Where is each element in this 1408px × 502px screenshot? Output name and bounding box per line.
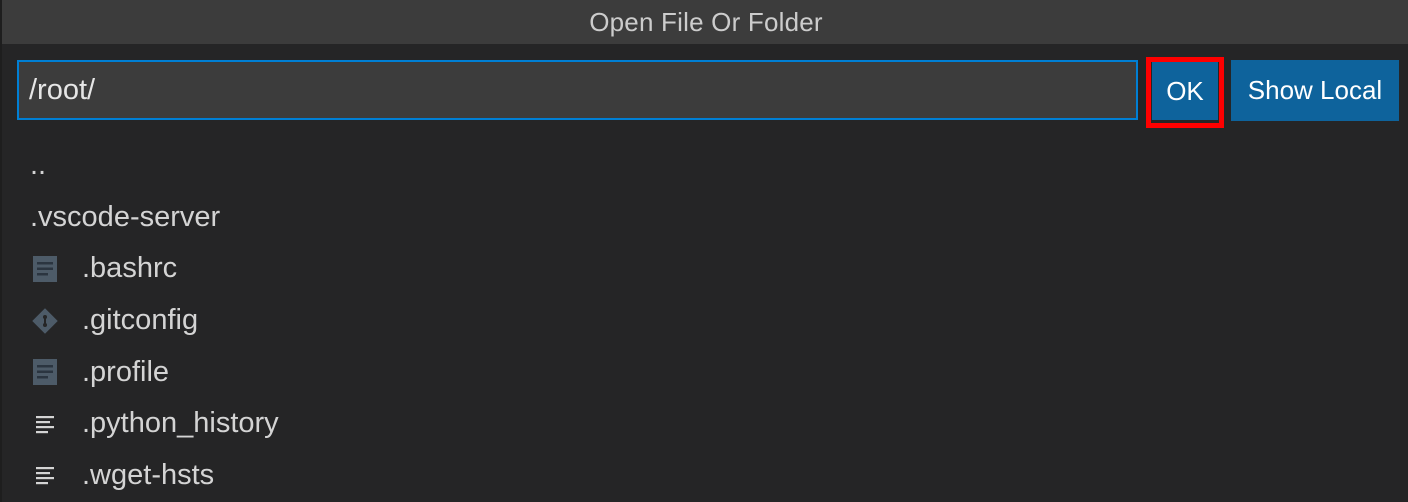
text-lines-icon [30,409,60,439]
list-item-folder[interactable]: .vscode-server [2,192,1408,244]
list-item-parent[interactable]: .. [2,140,1408,192]
path-input[interactable] [29,73,1136,107]
list-item-file[interactable]: .python_history [2,398,1408,450]
dialog-title: Open File Or Folder [589,6,823,37]
list-item-file[interactable]: .gitconfig [2,295,1408,347]
list-item-file[interactable]: .bashrc [2,243,1408,295]
list-item-label: .python_history [82,407,279,440]
list-item-label: .wget-hsts [82,458,215,491]
show-local-button[interactable]: Show Local [1231,60,1399,121]
list-item-label: .bashrc [82,252,178,285]
dialog-titlebar: Open File Or Folder [2,0,1408,44]
list-item-label: .vscode-server [30,200,221,233]
document-icon [30,357,60,387]
text-lines-icon [30,460,60,490]
list-item-file[interactable]: .wget-hsts [2,450,1408,502]
list-item-label: .profile [82,355,170,388]
document-icon [30,254,60,284]
path-input-box[interactable] [17,60,1138,120]
list-item-label: .gitconfig [82,304,199,337]
list-item-label: .. [30,149,47,182]
git-icon [30,306,60,336]
open-file-dialog: Open File Or Folder OK Show Local .. .vs… [0,0,1408,502]
list-item-file[interactable]: .profile [2,346,1408,398]
file-list: .. .vscode-server .bashrc .gitconfig .pr… [2,140,1408,501]
ok-button[interactable]: OK [1152,62,1218,120]
